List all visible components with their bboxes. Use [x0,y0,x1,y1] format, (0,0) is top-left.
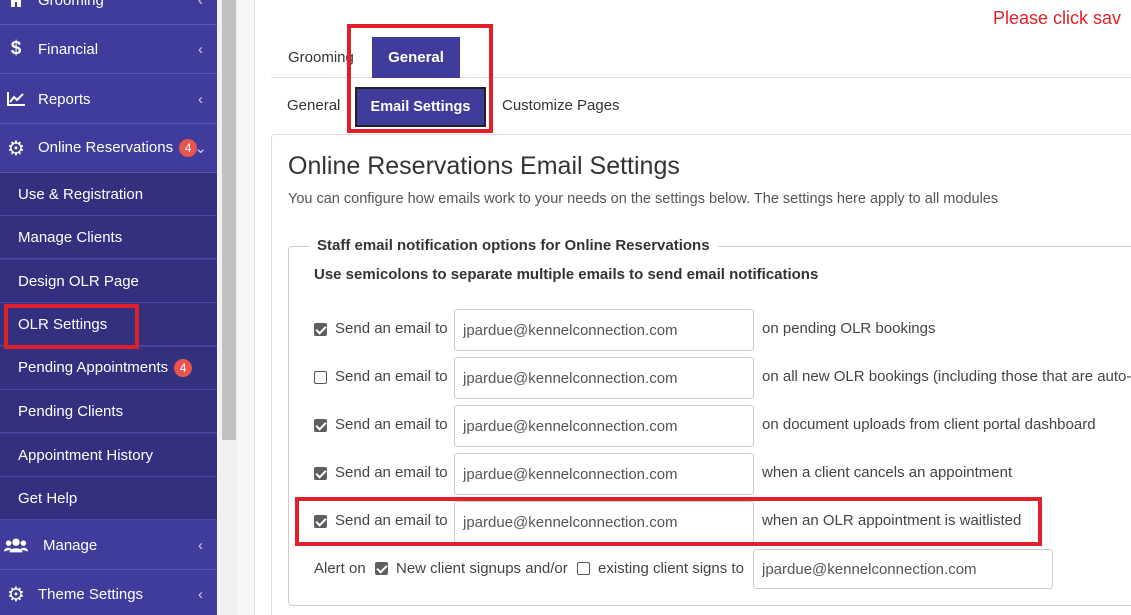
sidebar-item-label: Theme Settings [38,586,144,603]
chevron-left-icon: ‹ [198,90,203,108]
alert-email-input[interactable] [753,549,1053,589]
alert-prefix: Alert on [314,560,366,577]
existing-client-checkbox[interactable] [577,562,590,575]
gear-icon: ⚙ [7,584,25,606]
count-badge: 4 [174,359,193,377]
sidebar-item-manage[interactable]: Manage ‹ [0,521,217,570]
subtab-general[interactable]: General [287,97,340,114]
chevron-left-icon: ‹ [198,40,203,58]
sidebar-item-label: Use & Registration [18,185,144,203]
email-input[interactable] [454,453,754,495]
sidebar-subitem-design-olr-page[interactable]: Design OLR Page [0,260,217,303]
sidebar-item-reports[interactable]: Reports ‹ [0,75,217,124]
row-description: on document uploads from client portal d… [762,416,1096,433]
notify-checkbox[interactable] [314,467,327,480]
sidebar-item-financial[interactable]: $ Financial ‹ [0,25,217,74]
row-description: when a client cancels an appointment [762,464,1013,481]
sidebar-subitem-use-registration[interactable]: Use & Registration [0,173,217,216]
sidebar-item-label: Financial [38,40,99,58]
subtab-customize-pages[interactable]: Customize Pages [502,97,620,114]
sidebar-subitem-appointment-history[interactable]: Appointment History [0,434,217,477]
row-label: Send an email to [335,368,448,385]
email-row-document-uploads: Send an email to on document uploads fro… [314,405,1131,447]
row-label: Send an email to [335,416,448,433]
notify-checkbox[interactable] [314,371,327,384]
chevron-left-icon: ‹ [198,586,203,603]
new-client-label: New client signups and/or [396,560,568,577]
sidebar-item-label: Grooming [38,0,104,9]
new-client-checkbox[interactable] [375,562,388,575]
page-title: Online Reservations Email Settings [288,152,680,180]
chart-icon [4,87,28,111]
sidebar-subitem-pending-clients[interactable]: Pending Clients [0,390,217,433]
chevron-down-icon: ⌄ [194,140,207,157]
notify-checkbox[interactable] [314,323,327,336]
sidebar-subitem-pending-appointments[interactable]: Pending Appointments 4 [0,347,217,390]
users-icon [4,533,28,557]
tab-grooming[interactable]: Grooming [288,49,354,66]
notify-checkbox[interactable] [314,419,327,432]
save-notice: Please click sav [993,8,1122,28]
email-row-pending-bookings: Send an email to on pending OLR bookings [314,309,1131,351]
email-row-client-cancels: Send an email to when a client cancels a… [314,453,1131,495]
page-description: You can configure how emails work to you… [288,191,999,207]
sidebar-subitem-manage-clients[interactable]: Manage Clients [0,216,217,259]
sidebar-item-label: Design OLR Page [18,272,139,290]
email-input[interactable] [454,405,754,447]
sidebar-item-label: Manage [43,536,98,554]
sidebar-scrollbar-thumb[interactable] [222,0,236,440]
gear-icon: ⚙ [7,137,25,160]
row-label: Send an email to [335,464,448,481]
dollar-icon: $ [10,38,22,59]
row-label: Send an email to [335,320,448,337]
highlight-waitlisted-row [295,497,1042,546]
highlight-tabs [347,24,493,133]
existing-client-label: existing client signs to [598,560,744,577]
sidebar-item-label: Pending Appointments [18,359,169,376]
chevron-left-icon: ‹ [198,536,203,554]
chevron-left-icon: ‹ [198,0,203,9]
sidebar-item-theme-settings[interactable]: ⚙ Theme Settings ‹ [0,570,217,615]
highlight-olr-settings [4,304,139,349]
sidebar-item-label: Reports [38,90,91,108]
row-description: on pending OLR bookings [762,320,936,337]
email-input[interactable] [454,309,754,351]
sidebar-item-label: Pending Clients [18,402,124,420]
sidebar-item-online-reservations[interactable]: ⚙ Online Reservations 4 ⌄ [0,124,217,173]
sidebar-item-grooming[interactable]: Grooming ‹ [0,0,217,25]
sidebar-item-label: Appointment History [18,446,154,464]
page-gutter [237,0,255,615]
sidebar-item-label: Get Help [18,489,78,507]
sidebar-item-label: Online Reservations [38,139,174,156]
home-icon [4,0,28,12]
fieldset-legend: Staff email notification options for Onl… [309,237,718,254]
semicolon-hint: Use semicolons to separate multiple emai… [314,266,819,283]
sidebar-item-label: Manage Clients [18,228,123,246]
sidebar-subitem-get-help[interactable]: Get Help [0,477,217,520]
email-input[interactable] [454,357,754,399]
row-description: on all new OLR bookings (including those… [762,368,1131,385]
alert-row: Alert on New client signups and/or exist… [314,549,1131,589]
email-row-all-new-bookings: Send an email to on all new OLR bookings… [314,357,1131,399]
